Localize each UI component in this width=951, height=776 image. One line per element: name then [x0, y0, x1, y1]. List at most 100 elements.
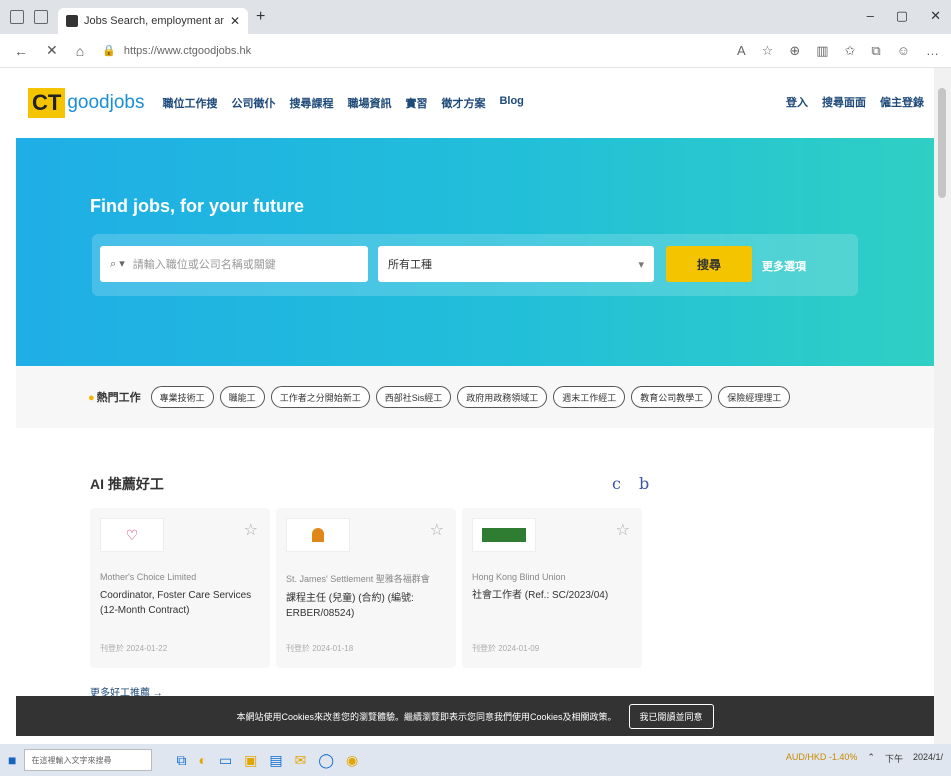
nav-item-jobs[interactable]: 職位工作搜 — [162, 95, 217, 111]
job-title[interactable]: 課程主任 (兒童) (合約) (編號: ERBER/08524) — [286, 591, 446, 621]
hot-chip[interactable]: 西部社Sis經工 — [375, 386, 452, 408]
chevron-down-icon: ▾ — [638, 258, 644, 271]
system-tray: AUD/HKD -1.40% ⌃ 下午 2024/1/ — [786, 752, 943, 765]
browser-tab-bar: Jobs Search, employment and c ✕ + – ▢ ✕ — [0, 0, 951, 34]
maximize-icon[interactable]: ▢ — [896, 8, 908, 24]
scrollbar-thumb[interactable] — [938, 88, 946, 198]
edge-icon[interactable]: ◐ — [198, 752, 206, 769]
job-card[interactable]: ♡ ☆ Mother's Choice Limited Coordinator,… — [90, 508, 270, 668]
cookie-message: 本網站使用Cookies來改善您的瀏覽體驗。繼續瀏覽即表示您同意我們使用Cook… — [236, 711, 617, 722]
company-name: Hong Kong Blind Union — [472, 572, 566, 582]
job-card[interactable]: ☆ Hong Kong Blind Union 社會工作者 (Ref.: SC/… — [462, 508, 642, 668]
browser-tab[interactable]: Jobs Search, employment and c ✕ — [58, 8, 248, 34]
store-icon[interactable]: ▣ — [244, 752, 257, 769]
hero-title: Find jobs, for your future — [90, 196, 304, 216]
keyword-input[interactable]: ⌕ ▾ 請輸入職位或公司名稱或關鍵 — [100, 246, 368, 282]
company-logo: ♡ — [100, 518, 164, 552]
cookie-accept-button[interactable]: 我已閱讀並同意 — [628, 703, 714, 729]
collections-icon[interactable]: ⧉ — [871, 43, 880, 59]
windows-start-icon[interactable]: ■ — [8, 752, 16, 768]
favorites-icon[interactable]: ✩ — [845, 43, 856, 59]
hero-banner: Find jobs, for your future ⌕ ▾ 請輸入職位或公司名… — [16, 138, 934, 366]
employer-login-link[interactable]: 僱主登錄 — [880, 94, 924, 110]
extensions-icon[interactable]: ⊕ — [789, 43, 800, 59]
hot-chip[interactable]: 週末工作經工 — [553, 386, 626, 408]
minimize-icon[interactable]: – — [867, 8, 874, 24]
posted-date: 刊登於 2024-01-18 — [286, 644, 354, 653]
more-menu-icon[interactable]: … — [926, 43, 939, 59]
more-options-link[interactable]: 更多選項 — [762, 258, 806, 274]
search-icon: ⌕ ▾ — [110, 258, 125, 270]
login-link[interactable]: 登入 — [786, 94, 808, 110]
star-icon[interactable]: ☆ — [616, 520, 630, 540]
page-scrollbar[interactable] — [934, 68, 951, 744]
hot-chip[interactable]: 政府用政務領域工 — [457, 386, 548, 408]
ai-recommend-title: AI 推薦好工 — [90, 476, 164, 492]
currency-widget[interactable]: AUD/HKD -1.40% — [786, 752, 858, 765]
profile-icon[interactable]: ☺ — [897, 43, 910, 59]
nav-item-internship[interactable]: 實習 — [405, 95, 427, 111]
browser-toolbar: A ☆ ⊕ ▥ ✩ ⧉ ☺ … — [737, 43, 939, 59]
lock-icon: 🔒 — [102, 45, 116, 57]
home-icon[interactable]: ⌂ — [76, 43, 84, 59]
tab-actions-icon[interactable] — [34, 10, 48, 24]
nav-item-courses[interactable]: 搜尋課程 — [289, 95, 333, 111]
clock-date[interactable]: 2024/1/ — [913, 752, 943, 765]
site-header: CT goodjobs 職位工作搜 公司徵仆 搜尋課程 職場資訊 實習 徵才方案… — [16, 68, 934, 138]
close-window-icon[interactable]: ✕ — [930, 8, 941, 24]
industry-value: 所有工種 — [388, 259, 432, 271]
wifi-icon[interactable]: ⌃ — [867, 752, 875, 765]
favorite-star-icon[interactable]: ☆ — [762, 43, 774, 59]
star-icon[interactable]: ☆ — [430, 520, 444, 540]
clock-time[interactable]: 下午 — [885, 752, 903, 765]
nav-item-companies[interactable]: 公司徵仆 — [231, 95, 275, 111]
nav-item-hiring[interactable]: 徵才方案 — [441, 95, 485, 111]
tab-title: Jobs Search, employment and c — [84, 15, 224, 27]
hot-chip[interactable]: 專業技術工 — [150, 386, 214, 408]
screen: Jobs Search, employment and c ✕ + – ▢ ✕ … — [0, 0, 951, 776]
ctgoodjobs-logo[interactable]: CT goodjobs — [28, 88, 144, 118]
read-aloud-icon[interactable]: A — [737, 43, 746, 59]
hot-chip[interactable]: 職能工 — [219, 386, 265, 408]
star-icon[interactable]: ☆ — [244, 520, 258, 540]
window-controls: – ▢ ✕ — [867, 8, 941, 24]
job-title[interactable]: 社會工作者 (Ref.: SC/2023/04) — [472, 588, 632, 603]
carousel-prev[interactable]: c — [612, 474, 621, 493]
main-nav: 職位工作搜 公司徵仆 搜尋課程 職場資訊 實習 徵才方案 Blog — [162, 95, 523, 111]
carousel-next[interactable]: b — [639, 474, 649, 493]
whatsapp-icon[interactable]: ◯ — [318, 752, 334, 769]
nav-item-career-info[interactable]: 職場資訊 — [347, 95, 391, 111]
back-icon[interactable]: ← — [14, 43, 28, 59]
reload-icon[interactable]: ✕ — [46, 42, 58, 59]
split-screen-icon[interactable]: ▥ — [816, 43, 828, 59]
word-icon[interactable]: ▤ — [269, 752, 282, 769]
taskbar-apps: ⧉ ◐ ▭ ▣ ▤ ✉ ◯ ◉ — [176, 752, 358, 769]
cookie-banner: 本網站使用Cookies來改善您的瀏覽體驗。繼續瀏覽即表示您同意我們使用Cook… — [16, 696, 934, 736]
task-view-icon[interactable]: ⧉ — [176, 752, 186, 769]
company-logo — [286, 518, 350, 552]
hot-chip[interactable]: 工作者之分開始新工 — [270, 386, 370, 408]
hot-chip[interactable]: 教育公司教學工 — [631, 386, 713, 408]
taskbar-search-placeholder: 在這裡輸入文字來搜尋 — [31, 755, 112, 765]
job-card[interactable]: ☆ St. James' Settlement 聖雅各福群會 課程主任 (兒童)… — [276, 508, 456, 668]
search-button[interactable]: 搜尋 — [666, 246, 752, 282]
windows-taskbar: ■ 在這裡輸入文字來搜尋 ⧉ ◐ ▭ ▣ ▤ ✉ ◯ ◉ AUD/HKD -1.… — [0, 744, 951, 776]
company-name: Mother's Choice Limited — [100, 572, 197, 582]
job-title[interactable]: Coordinator, Foster Care Services (12-Mo… — [100, 588, 260, 618]
new-tab-icon[interactable]: + — [256, 8, 265, 26]
mail-icon[interactable]: ✉ — [295, 752, 307, 769]
workspace-icon[interactable] — [10, 10, 24, 24]
taskbar-search[interactable]: 在這裡輸入文字來搜尋 — [24, 749, 153, 771]
file-explorer-icon[interactable]: ▭ — [219, 752, 232, 769]
url-field[interactable]: 🔒 https://www.ctgoodjobs.hk — [102, 44, 251, 58]
hot-jobs-strip: ● 熱門工作 專業技術工 職能工 工作者之分開始新工 西部社Sis經工 政府用政務… — [16, 366, 934, 428]
hot-chip[interactable]: 保險經理理工 — [718, 386, 791, 408]
posted-date: 刊登於 2024-01-09 — [472, 644, 540, 653]
logo-ct: CT — [28, 88, 66, 118]
close-tab-icon[interactable]: ✕ — [230, 14, 240, 28]
industry-select[interactable]: 所有工種 ▾ — [378, 246, 654, 282]
header-actions: 登入 搜尋面面 僱主登錄 — [786, 94, 924, 110]
post-resume-link[interactable]: 搜尋面面 — [822, 94, 866, 110]
chrome-icon[interactable]: ◉ — [346, 752, 358, 769]
nav-item-blog[interactable]: Blog — [499, 95, 523, 111]
